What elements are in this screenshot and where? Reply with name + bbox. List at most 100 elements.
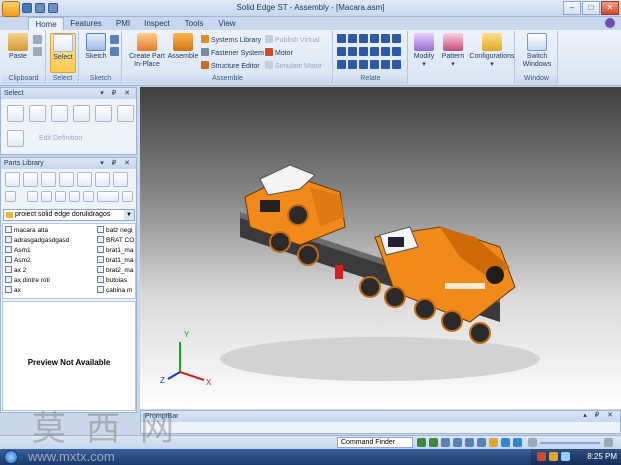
library-nav-icon[interactable] [41, 191, 52, 202]
library-nav-icon[interactable] [83, 191, 94, 202]
status-icon[interactable] [477, 438, 486, 447]
fastener-system-button[interactable]: Fastener System [201, 48, 264, 59]
status-icon[interactable] [489, 438, 498, 447]
library-tool-icon[interactable] [23, 172, 38, 187]
cut-icon[interactable] [33, 35, 42, 44]
planar-align-icon[interactable] [348, 34, 357, 43]
library-nav-icon[interactable] [122, 191, 133, 202]
panel-controls[interactable]: ▾ ₽ ✕ [100, 158, 133, 169]
tab-features[interactable]: Features [66, 17, 106, 30]
clock[interactable]: 8:25 PM [587, 452, 617, 461]
assemble-button[interactable]: Assemble [167, 33, 199, 61]
systems-library-button[interactable]: Systems Library [201, 35, 261, 46]
tab-inspect[interactable]: Inspect [140, 17, 174, 30]
edit-definition-label[interactable]: Edit Definition [39, 135, 82, 142]
panel-controls[interactable]: ▾ ₽ ✕ [100, 88, 133, 99]
select-tool-4[interactable] [73, 105, 90, 122]
sketch-button[interactable]: Sketch [83, 33, 109, 61]
relationship-assistant-icon[interactable] [370, 60, 379, 69]
file-list-item[interactable]: ax [5, 286, 93, 295]
file-list-item[interactable]: ax dintre roti [5, 276, 93, 285]
select-tool-3[interactable] [51, 105, 68, 122]
sketch-tool-icon[interactable] [110, 47, 119, 56]
status-icon[interactable] [429, 438, 438, 447]
cam-icon[interactable] [348, 47, 357, 56]
relate-options-icon[interactable] [392, 60, 401, 69]
tab-pmi[interactable]: PMI [110, 17, 136, 30]
insert-icon[interactable] [370, 34, 379, 43]
folder-selector[interactable]: proiect solid edge dorulidragos ▼ [3, 209, 135, 221]
file-list-item[interactable]: batz negi [97, 226, 135, 235]
status-icon[interactable] [513, 438, 522, 447]
configurations-button[interactable]: Configurations ▾ [469, 33, 515, 69]
motor-button[interactable]: Motor [265, 48, 293, 59]
parallel-icon[interactable] [359, 47, 368, 56]
select-button[interactable]: Select [50, 33, 76, 73]
copy-icon[interactable] [33, 47, 42, 56]
switch-windows-button[interactable]: Switch Windows [518, 33, 556, 69]
edit-definition-icon[interactable] [7, 130, 24, 147]
angle-icon[interactable] [392, 34, 401, 43]
tray-icon[interactable] [549, 452, 558, 461]
connect-icon[interactable] [381, 34, 390, 43]
status-icon[interactable] [465, 438, 474, 447]
axial-align-icon[interactable] [359, 34, 368, 43]
center-plane-icon[interactable] [348, 60, 357, 69]
crane-model-view[interactable]: Y X Z [140, 87, 621, 409]
structure-editor-button[interactable]: Structure Editor [201, 61, 260, 72]
library-nav-icon[interactable] [5, 191, 16, 202]
file-list-item[interactable]: adrasgadgasdgasd [5, 236, 93, 245]
library-nav-icon[interactable] [27, 191, 38, 202]
library-nav-icon[interactable] [55, 191, 66, 202]
file-list-item[interactable]: brat2_ma [97, 266, 135, 275]
modify-button[interactable]: Modify ▾ [411, 33, 437, 69]
gear-relation-icon[interactable] [370, 47, 379, 56]
library-tool-icon[interactable] [95, 172, 110, 187]
flash-fit-icon[interactable] [381, 60, 390, 69]
file-list-item[interactable]: ax 2 [5, 266, 93, 275]
zoom-out-icon[interactable] [528, 438, 537, 447]
status-icon[interactable] [453, 438, 462, 447]
tray-icon[interactable] [561, 452, 570, 461]
command-finder-input[interactable]: Command Finder [337, 437, 413, 448]
tray-icon[interactable] [537, 452, 546, 461]
library-tool-icon[interactable] [5, 172, 20, 187]
tangent-icon[interactable] [337, 47, 346, 56]
sketch-tool-icon[interactable] [110, 35, 119, 44]
match-coordinate-icon[interactable] [381, 47, 390, 56]
pattern-button[interactable]: Pattern ▾ [439, 33, 467, 69]
library-nav-icon[interactable] [69, 191, 80, 202]
zoom-in-icon[interactable] [604, 438, 613, 447]
help-icon[interactable] [605, 18, 615, 28]
tab-view[interactable]: View [214, 17, 240, 30]
library-tool-icon[interactable] [77, 172, 92, 187]
ground-icon[interactable] [392, 47, 401, 56]
file-list-item[interactable]: cabina m [97, 286, 135, 295]
status-icon[interactable] [417, 438, 426, 447]
file-list-item[interactable]: brat1_ma [97, 256, 135, 265]
select-tool-2[interactable] [29, 105, 46, 122]
maximize-button[interactable]: □ [582, 1, 600, 15]
simulate-motor-button[interactable]: Simulate Motor [265, 61, 322, 72]
file-list-item[interactable]: Asm1 [5, 246, 93, 255]
chevron-down-icon[interactable]: ▼ [124, 210, 134, 220]
status-icon[interactable] [501, 438, 510, 447]
library-tool-icon[interactable] [41, 172, 56, 187]
tab-tools[interactable]: Tools [180, 17, 208, 30]
file-list-item[interactable]: butoias [97, 276, 135, 285]
file-list-item[interactable]: macara alta [5, 226, 93, 235]
select-tool-1[interactable] [7, 105, 24, 122]
library-tool-icon[interactable] [113, 172, 128, 187]
graphics-viewport[interactable]: Y X Z [140, 87, 621, 409]
file-list-item[interactable]: brat1_ma [97, 246, 135, 255]
mate-icon[interactable] [337, 34, 346, 43]
paste-button[interactable]: Paste [5, 33, 31, 61]
select-tool-6[interactable] [117, 105, 134, 122]
rigid-set-icon[interactable] [337, 60, 346, 69]
select-tool-5[interactable] [95, 105, 112, 122]
file-list-item[interactable]: Asm2 [5, 256, 93, 265]
close-button[interactable]: ✕ [601, 1, 619, 15]
library-tool-icon[interactable] [59, 172, 74, 187]
path-icon[interactable] [359, 60, 368, 69]
file-list-item[interactable]: BRAT CO [97, 236, 135, 245]
